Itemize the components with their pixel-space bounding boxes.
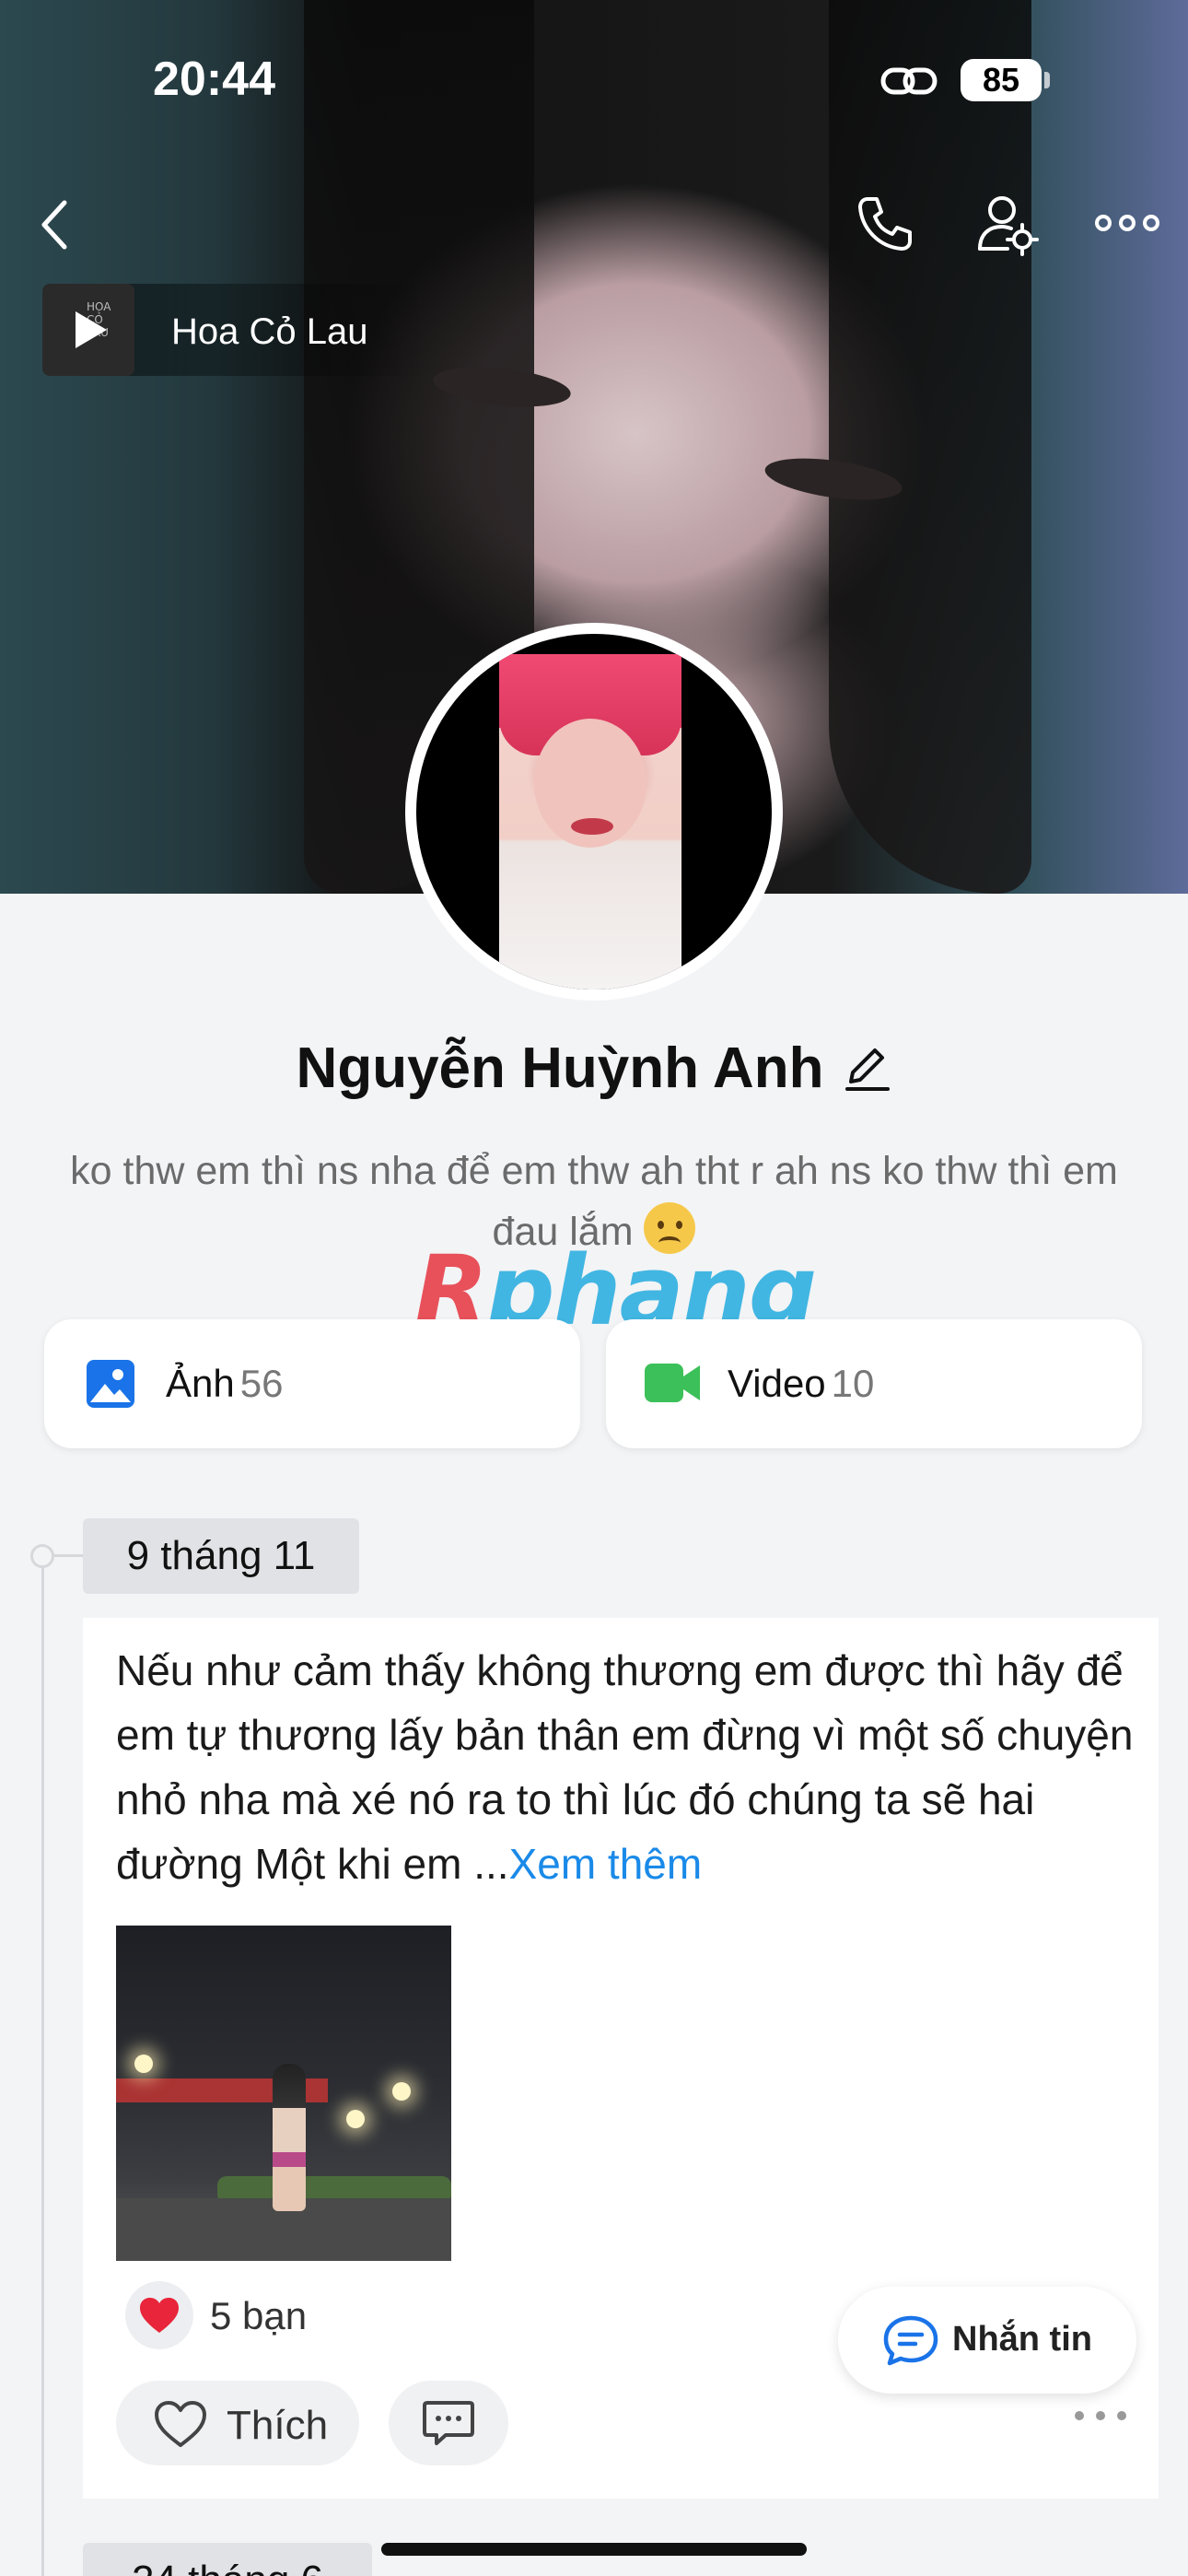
user-settings-icon[interactable] (974, 192, 1039, 256)
post-photo[interactable] (116, 1926, 451, 2261)
music-thumbnail: HOA CỎ LAU (42, 284, 134, 376)
status-bar: 20:44 85 (0, 0, 1188, 157)
battery-tip (1044, 72, 1050, 88)
back-icon[interactable] (37, 197, 74, 252)
see-more-link[interactable]: Xem thêm (509, 1840, 703, 1888)
next-post-date: 24 tháng 6 (83, 2543, 372, 2576)
post-text[interactable]: Nếu như cảm thấy không thương em được th… (116, 1638, 1138, 1896)
photos-label: Ảnh 56 (166, 1362, 284, 1405)
profile-name: Nguyễn Huỳnh Anh (296, 1036, 824, 1100)
timeline-line (41, 1555, 44, 2576)
timeline-dot (30, 1544, 54, 1568)
photos-card[interactable]: Ảnh 56 (44, 1319, 580, 1448)
message-button-label: Nhắn tin (952, 2320, 1092, 2359)
link-icon (880, 67, 938, 95)
play-icon[interactable] (76, 311, 107, 348)
heart-outline-icon (155, 2401, 206, 2447)
photo-icon (87, 1360, 134, 1408)
like-button[interactable]: Thích (116, 2381, 359, 2465)
video-camera-icon (645, 1364, 700, 1402)
profile-name-row: Nguyễn Huỳnh Anh (0, 1036, 1188, 1101)
comment-icon (423, 2401, 474, 2445)
timeline-connector (53, 1554, 83, 1557)
post-more-icon[interactable] (1072, 2406, 1129, 2425)
reaction-count: 5 bạn (210, 2294, 308, 2337)
videos-card[interactable]: Video 10 (606, 1319, 1142, 1448)
music-title: Hoa Cỏ Lau (171, 311, 368, 352)
message-button[interactable]: Nhắn tin (838, 2287, 1136, 2394)
avatar[interactable] (416, 634, 772, 989)
reaction-bubble (125, 2281, 193, 2349)
home-indicator[interactable] (381, 2543, 807, 2556)
heart-icon (140, 2298, 179, 2333)
comment-button[interactable] (389, 2381, 508, 2465)
post-date: 9 tháng 11 (83, 1518, 359, 1594)
photos-count: 56 (239, 1362, 284, 1405)
like-label: Thích (227, 2403, 329, 2448)
edit-pencil-icon[interactable] (840, 1041, 891, 1093)
chat-bubble-icon (883, 2315, 938, 2366)
phone-icon[interactable] (855, 193, 915, 254)
videos-count: 10 (831, 1362, 875, 1405)
profile-music[interactable]: HOA CỎ LAU Hoa Cỏ Lau (42, 284, 429, 376)
videos-label: Video 10 (728, 1362, 875, 1405)
status-time: 20:44 (153, 53, 275, 106)
battery-indicator: 85 (961, 59, 1042, 101)
more-options-icon[interactable] (1094, 205, 1160, 241)
